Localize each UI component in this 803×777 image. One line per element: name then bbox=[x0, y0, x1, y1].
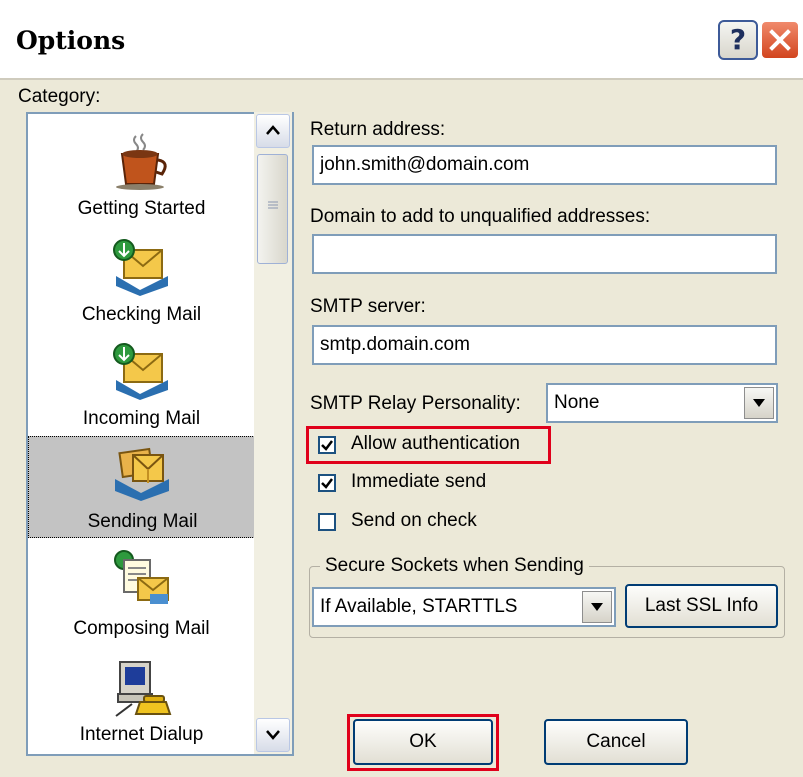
send-on-check-label[interactable]: Send on check bbox=[351, 510, 477, 532]
scrollbar-thumb[interactable] bbox=[257, 154, 288, 264]
category-item-label: Getting Started bbox=[77, 198, 206, 219]
scroll-up-button[interactable] bbox=[256, 114, 290, 148]
return-address-label: Return address: bbox=[310, 119, 446, 140]
outbox-envelopes-icon bbox=[115, 447, 169, 501]
annotation-highlight-allow-authentication bbox=[306, 426, 551, 464]
help-button[interactable]: ? bbox=[718, 20, 758, 60]
coffee-cup-icon bbox=[116, 133, 167, 190]
relay-personality-label: SMTP Relay Personality: bbox=[310, 393, 521, 414]
relay-dropdown-button[interactable] bbox=[744, 387, 774, 419]
compose-document-icon bbox=[114, 550, 169, 604]
category-item-checking-mail[interactable]: Checking Mail bbox=[28, 232, 255, 336]
chevron-down-icon bbox=[266, 730, 280, 740]
computer-phone-icon bbox=[115, 661, 172, 717]
ssl-dropdown-button[interactable] bbox=[582, 591, 612, 623]
category-item-label: Incoming Mail bbox=[82, 408, 201, 429]
ssl-mode-value: If Available, STARTTLS bbox=[320, 596, 518, 617]
category-item-label: Checking Mail bbox=[81, 304, 202, 325]
ssl-mode-select[interactable]: If Available, STARTTLS bbox=[312, 587, 616, 627]
chevron-up-icon bbox=[266, 125, 280, 135]
grip-icon bbox=[268, 201, 278, 209]
category-item-label: Composing Mail bbox=[73, 618, 210, 639]
dropdown-arrow-icon bbox=[591, 603, 603, 611]
category-scrollbar[interactable] bbox=[254, 112, 292, 754]
relay-personality-value: None bbox=[554, 392, 600, 413]
close-icon bbox=[769, 29, 791, 51]
return-address-field[interactable]: john.smith@domain.com bbox=[312, 145, 777, 185]
check-icon bbox=[321, 478, 333, 489]
envelope-download-icon bbox=[113, 343, 168, 400]
cancel-button[interactable]: Cancel bbox=[544, 719, 688, 765]
smtp-server-label: SMTP server: bbox=[310, 296, 426, 317]
category-item-label: Sending Mail bbox=[87, 511, 198, 532]
domain-label: Domain to add to unqualified addresses: bbox=[310, 206, 651, 227]
category-item-label: Internet Dialup bbox=[79, 724, 204, 745]
category-item-incoming-mail[interactable]: Incoming Mail bbox=[28, 336, 255, 436]
smtp-server-field[interactable]: smtp.domain.com bbox=[312, 325, 777, 365]
category-item-sending-mail[interactable]: Sending Mail bbox=[28, 436, 255, 538]
close-button[interactable] bbox=[760, 20, 800, 60]
ssl-group-title: Secure Sockets when Sending bbox=[320, 555, 589, 577]
options-dialog: Options ? Category: Getting Started Chec… bbox=[0, 0, 803, 777]
dialog-title: Options bbox=[16, 26, 126, 55]
title-divider bbox=[0, 78, 803, 80]
category-item-internet-dialup[interactable]: Internet Dialup bbox=[28, 652, 255, 754]
last-ssl-info-button[interactable]: Last SSL Info bbox=[625, 584, 778, 628]
category-label: Category: bbox=[18, 86, 101, 107]
domain-field[interactable] bbox=[312, 234, 777, 274]
category-item-getting-started[interactable]: Getting Started bbox=[28, 124, 255, 234]
send-on-check-checkbox[interactable] bbox=[318, 513, 336, 531]
relay-personality-select[interactable]: None bbox=[546, 383, 778, 423]
dropdown-arrow-icon bbox=[753, 399, 765, 407]
annotation-highlight-ok-button bbox=[347, 714, 499, 771]
scroll-down-button[interactable] bbox=[256, 718, 290, 752]
title-bar: Options ? bbox=[0, 0, 803, 80]
envelope-download-icon bbox=[113, 239, 168, 296]
immediate-send-label[interactable]: Immediate send bbox=[351, 471, 486, 493]
category-item-composing-mail[interactable]: Composing Mail bbox=[28, 544, 255, 646]
immediate-send-checkbox[interactable] bbox=[318, 474, 336, 492]
